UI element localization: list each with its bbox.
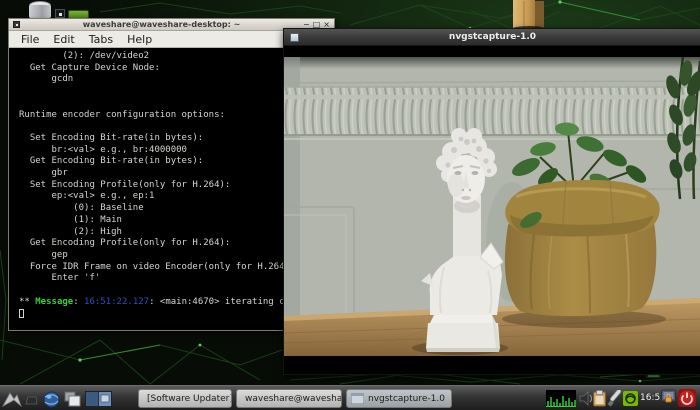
power-button[interactable] bbox=[678, 389, 696, 407]
nvidia-icon[interactable] bbox=[623, 391, 638, 406]
cpu-monitor-graph[interactable] bbox=[546, 390, 576, 407]
task-label: [Software Updater] bbox=[147, 394, 232, 404]
taskbar-button-nvgstcapture[interactable]: nvgstcapture-1.0 bbox=[346, 389, 452, 408]
taskbar-button-software-updater[interactable]: [Software Updater] bbox=[138, 389, 232, 408]
message-stars: ** bbox=[19, 297, 35, 307]
tool-icon[interactable] bbox=[607, 390, 622, 407]
volume-icon[interactable] bbox=[579, 391, 593, 406]
file-manager-icon[interactable] bbox=[25, 395, 38, 405]
start-menu-icon[interactable] bbox=[2, 390, 22, 408]
terminal-window-title: waveshare@waveshare-desktop: ~ bbox=[20, 19, 303, 31]
workspace-pager[interactable] bbox=[85, 391, 112, 407]
taskbar-button-terminal[interactable]: waveshare@waveshare-des... bbox=[236, 389, 342, 408]
task-label: nvgstcapture-1.0 bbox=[368, 394, 445, 404]
capture-task-icon bbox=[351, 393, 364, 404]
message-rest: : <main:4670> iterating cap bbox=[149, 297, 295, 307]
menu-tabs[interactable]: Tabs bbox=[82, 31, 120, 48]
message-timestamp: 16:51:22.127 bbox=[84, 297, 149, 307]
menu-help[interactable]: Help bbox=[120, 31, 159, 48]
menu-edit[interactable]: Edit bbox=[46, 31, 81, 48]
capture-window-title: nvgstcapture-1.0 bbox=[284, 29, 700, 46]
capture-window: nvgstcapture-1.0 bbox=[283, 28, 700, 375]
taskbar: [Software Updater] waveshare@waveshare-d… bbox=[0, 385, 700, 410]
dark-desktop-icon[interactable] bbox=[55, 9, 65, 18]
message-label: Message bbox=[35, 297, 73, 307]
wall-molding-band bbox=[284, 87, 700, 135]
camera-video-feed bbox=[284, 57, 700, 356]
show-desktop-icon[interactable] bbox=[64, 391, 81, 407]
terminal-window-icon bbox=[13, 21, 20, 28]
bust-base bbox=[426, 315, 500, 352]
screen-lock-icon[interactable] bbox=[661, 389, 676, 408]
drive-desktop-icon[interactable] bbox=[29, 1, 51, 18]
clipboard-icon[interactable] bbox=[593, 390, 606, 407]
task-label: waveshare@waveshare-des... bbox=[245, 394, 342, 404]
desktop: waveshare@waveshare-desktop: ~ − □ × Fil… bbox=[0, 0, 700, 410]
browser-globe-icon[interactable] bbox=[43, 391, 60, 408]
drive-icon-body bbox=[29, 5, 51, 18]
menu-file[interactable]: File bbox=[14, 31, 46, 48]
capture-titlebar[interactable]: nvgstcapture-1.0 bbox=[284, 29, 700, 46]
terminal-cursor bbox=[19, 309, 24, 318]
message-sep: : bbox=[73, 297, 84, 307]
